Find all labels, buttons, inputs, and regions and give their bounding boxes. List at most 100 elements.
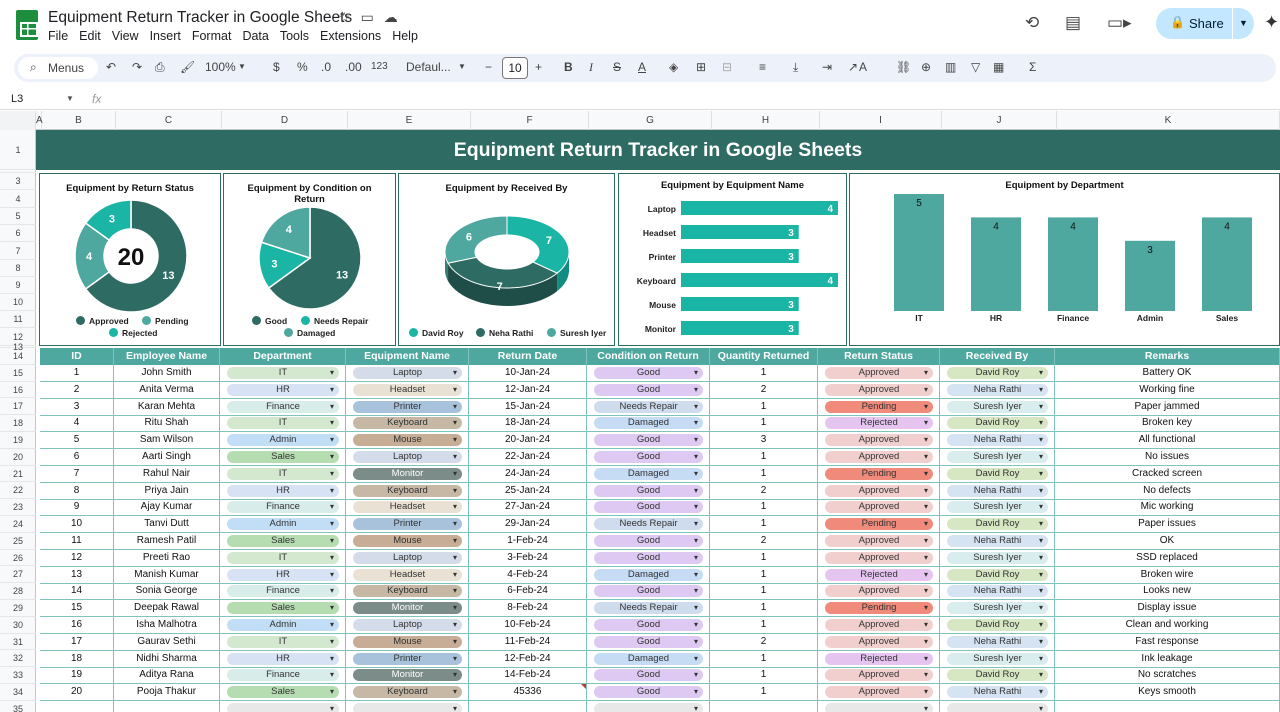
- table-cell[interactable]: 4: [40, 415, 114, 432]
- table-cell[interactable]: Keyboard: [346, 684, 469, 701]
- table-cell[interactable]: HR: [220, 482, 346, 499]
- row-header[interactable]: 4: [0, 190, 36, 208]
- table-cell[interactable]: 12: [40, 549, 114, 566]
- table-cell[interactable]: Needs Repair: [587, 600, 710, 617]
- dropdown-chip[interactable]: HR: [227, 652, 339, 665]
- history-icon[interactable]: ⟲: [1025, 13, 1039, 33]
- undo-icon[interactable]: ↶: [106, 60, 116, 74]
- column-heading[interactable]: Condition on Return: [587, 348, 710, 365]
- table-cell[interactable]: 6: [40, 449, 114, 465]
- dropdown-chip[interactable]: Rejected: [825, 568, 933, 581]
- table-cell[interactable]: Neha Rathi: [940, 533, 1055, 549]
- table-cell[interactable]: Laptop: [346, 365, 469, 381]
- dropdown-chip[interactable]: Good: [594, 686, 703, 699]
- row-header[interactable]: 10: [0, 294, 36, 311]
- dropdown-chip[interactable]: Good: [594, 619, 703, 631]
- table-cell[interactable]: Karan Mehta: [114, 398, 220, 415]
- dropdown-chip[interactable]: HR: [227, 484, 339, 497]
- dropdown-chip[interactable]: IT: [227, 467, 339, 480]
- table-cell[interactable]: 15: [40, 600, 114, 617]
- table-cell[interactable]: Admin: [220, 516, 346, 533]
- table-cell[interactable]: 22-Jan-24: [469, 449, 587, 465]
- share-button[interactable]: 🔒 Share ▼: [1156, 8, 1254, 39]
- table-cell[interactable]: Printer: [346, 650, 469, 667]
- row-header[interactable]: 22: [0, 482, 36, 500]
- strikethrough-icon[interactable]: S: [613, 60, 621, 74]
- row-header[interactable]: 1: [0, 130, 36, 170]
- dropdown-chip[interactable]: Keyboard: [353, 585, 462, 598]
- dropdown-chip[interactable]: Neha Rathi: [947, 484, 1048, 497]
- table-cell[interactable]: David Roy: [940, 617, 1055, 633]
- table-cell[interactable]: 1: [710, 566, 818, 583]
- insert-link-icon[interactable]: ⛓: [896, 60, 911, 74]
- dropdown-chip[interactable]: David Roy: [947, 619, 1048, 631]
- chart-department[interactable]: Equipment by Department 5 IT 4 HR 4 Finance 3 A…: [849, 173, 1280, 346]
- dropdown-chip[interactable]: Finance: [227, 400, 339, 413]
- table-cell[interactable]: Mic working: [1055, 499, 1280, 516]
- table-cell[interactable]: Manish Kumar: [114, 566, 220, 583]
- table-cell[interactable]: 1: [710, 549, 818, 566]
- dropdown-chip[interactable]: Suresh Iyer: [947, 652, 1048, 665]
- table-cell[interactable]: Damaged: [587, 415, 710, 432]
- dropdown-chip[interactable]: Suresh Iyer: [947, 501, 1048, 514]
- dropdown-chip[interactable]: Mouse: [353, 535, 462, 547]
- filter-icon[interactable]: ▽: [971, 60, 980, 74]
- column-heading[interactable]: ID: [40, 348, 114, 365]
- table-cell[interactable]: Sales: [220, 600, 346, 617]
- table-cell[interactable]: 12-Feb-24: [469, 650, 587, 667]
- table-cell[interactable]: 19: [40, 667, 114, 684]
- table-cell[interactable]: 3: [40, 398, 114, 415]
- row-header[interactable]: 8: [0, 260, 36, 277]
- dropdown-chip[interactable]: Headset: [353, 501, 462, 514]
- redo-icon[interactable]: ↷: [132, 60, 142, 74]
- chart-equipment-name[interactable]: Equipment by Equipment Name Laptop 4 Heads…: [618, 173, 847, 346]
- table-cell[interactable]: 1: [710, 449, 818, 465]
- row-header[interactable]: 6: [0, 225, 36, 242]
- table-cell[interactable]: Approved: [818, 583, 940, 600]
- table-cell[interactable]: 1: [710, 667, 818, 684]
- table-cell[interactable]: [114, 701, 220, 712]
- table-cell[interactable]: Good: [587, 583, 710, 600]
- column-heading[interactable]: Equipment Name: [346, 348, 469, 365]
- dropdown-chip[interactable]: Good: [594, 501, 703, 514]
- bold-icon[interactable]: B: [564, 60, 573, 74]
- table-cell[interactable]: 1: [710, 583, 818, 600]
- dropdown-chip[interactable]: Good: [594, 367, 703, 379]
- table-cell[interactable]: Approved: [818, 432, 940, 449]
- table-cell[interactable]: IT: [220, 465, 346, 482]
- empty-dropdown-chip[interactable]: [825, 703, 933, 712]
- dropdown-chip[interactable]: Approved: [825, 551, 933, 564]
- decrease-decimal-button[interactable]: .0: [321, 60, 331, 74]
- menu-format[interactable]: Format: [192, 29, 232, 43]
- table-cell[interactable]: Good: [587, 499, 710, 516]
- column-header[interactable]: D: [222, 111, 348, 130]
- text-rotate-dropdown-icon[interactable]: A: [859, 60, 867, 74]
- column-header[interactable]: H: [712, 111, 820, 130]
- table-cell[interactable]: 15-Jan-24: [469, 398, 587, 415]
- table-cell[interactable]: Ritu Shah: [114, 415, 220, 432]
- table-cell[interactable]: Good: [587, 633, 710, 650]
- dropdown-chip[interactable]: Approved: [825, 585, 933, 598]
- font-dropdown-icon[interactable]: ▼: [458, 62, 466, 71]
- comments-icon[interactable]: ▤: [1065, 13, 1081, 33]
- dropdown-chip[interactable]: Headset: [353, 383, 462, 396]
- table-cell[interactable]: 2: [40, 381, 114, 398]
- table-cell[interactable]: 14-Feb-24: [469, 667, 587, 684]
- functions-icon[interactable]: Σ: [1029, 60, 1036, 74]
- table-cell[interactable]: 1: [710, 684, 818, 701]
- table-cell[interactable]: [587, 701, 710, 712]
- dropdown-chip[interactable]: Good: [594, 484, 703, 497]
- row-header[interactable]: 34: [0, 684, 36, 701]
- table-cell[interactable]: 11-Feb-24: [469, 633, 587, 650]
- dropdown-chip[interactable]: Suresh Iyer: [947, 400, 1048, 413]
- dropdown-chip[interactable]: Needs Repair: [594, 400, 703, 413]
- dropdown-chip[interactable]: Approved: [825, 383, 933, 396]
- table-cell[interactable]: Monitor: [346, 667, 469, 684]
- table-cell[interactable]: HR: [220, 566, 346, 583]
- dropdown-chip[interactable]: Damaged: [594, 568, 703, 581]
- table-cell[interactable]: Headset: [346, 381, 469, 398]
- dropdown-chip[interactable]: Monitor: [353, 669, 462, 682]
- dropdown-chip[interactable]: HR: [227, 383, 339, 396]
- dropdown-chip[interactable]: Printer: [353, 400, 462, 413]
- table-cell[interactable]: 10: [40, 516, 114, 533]
